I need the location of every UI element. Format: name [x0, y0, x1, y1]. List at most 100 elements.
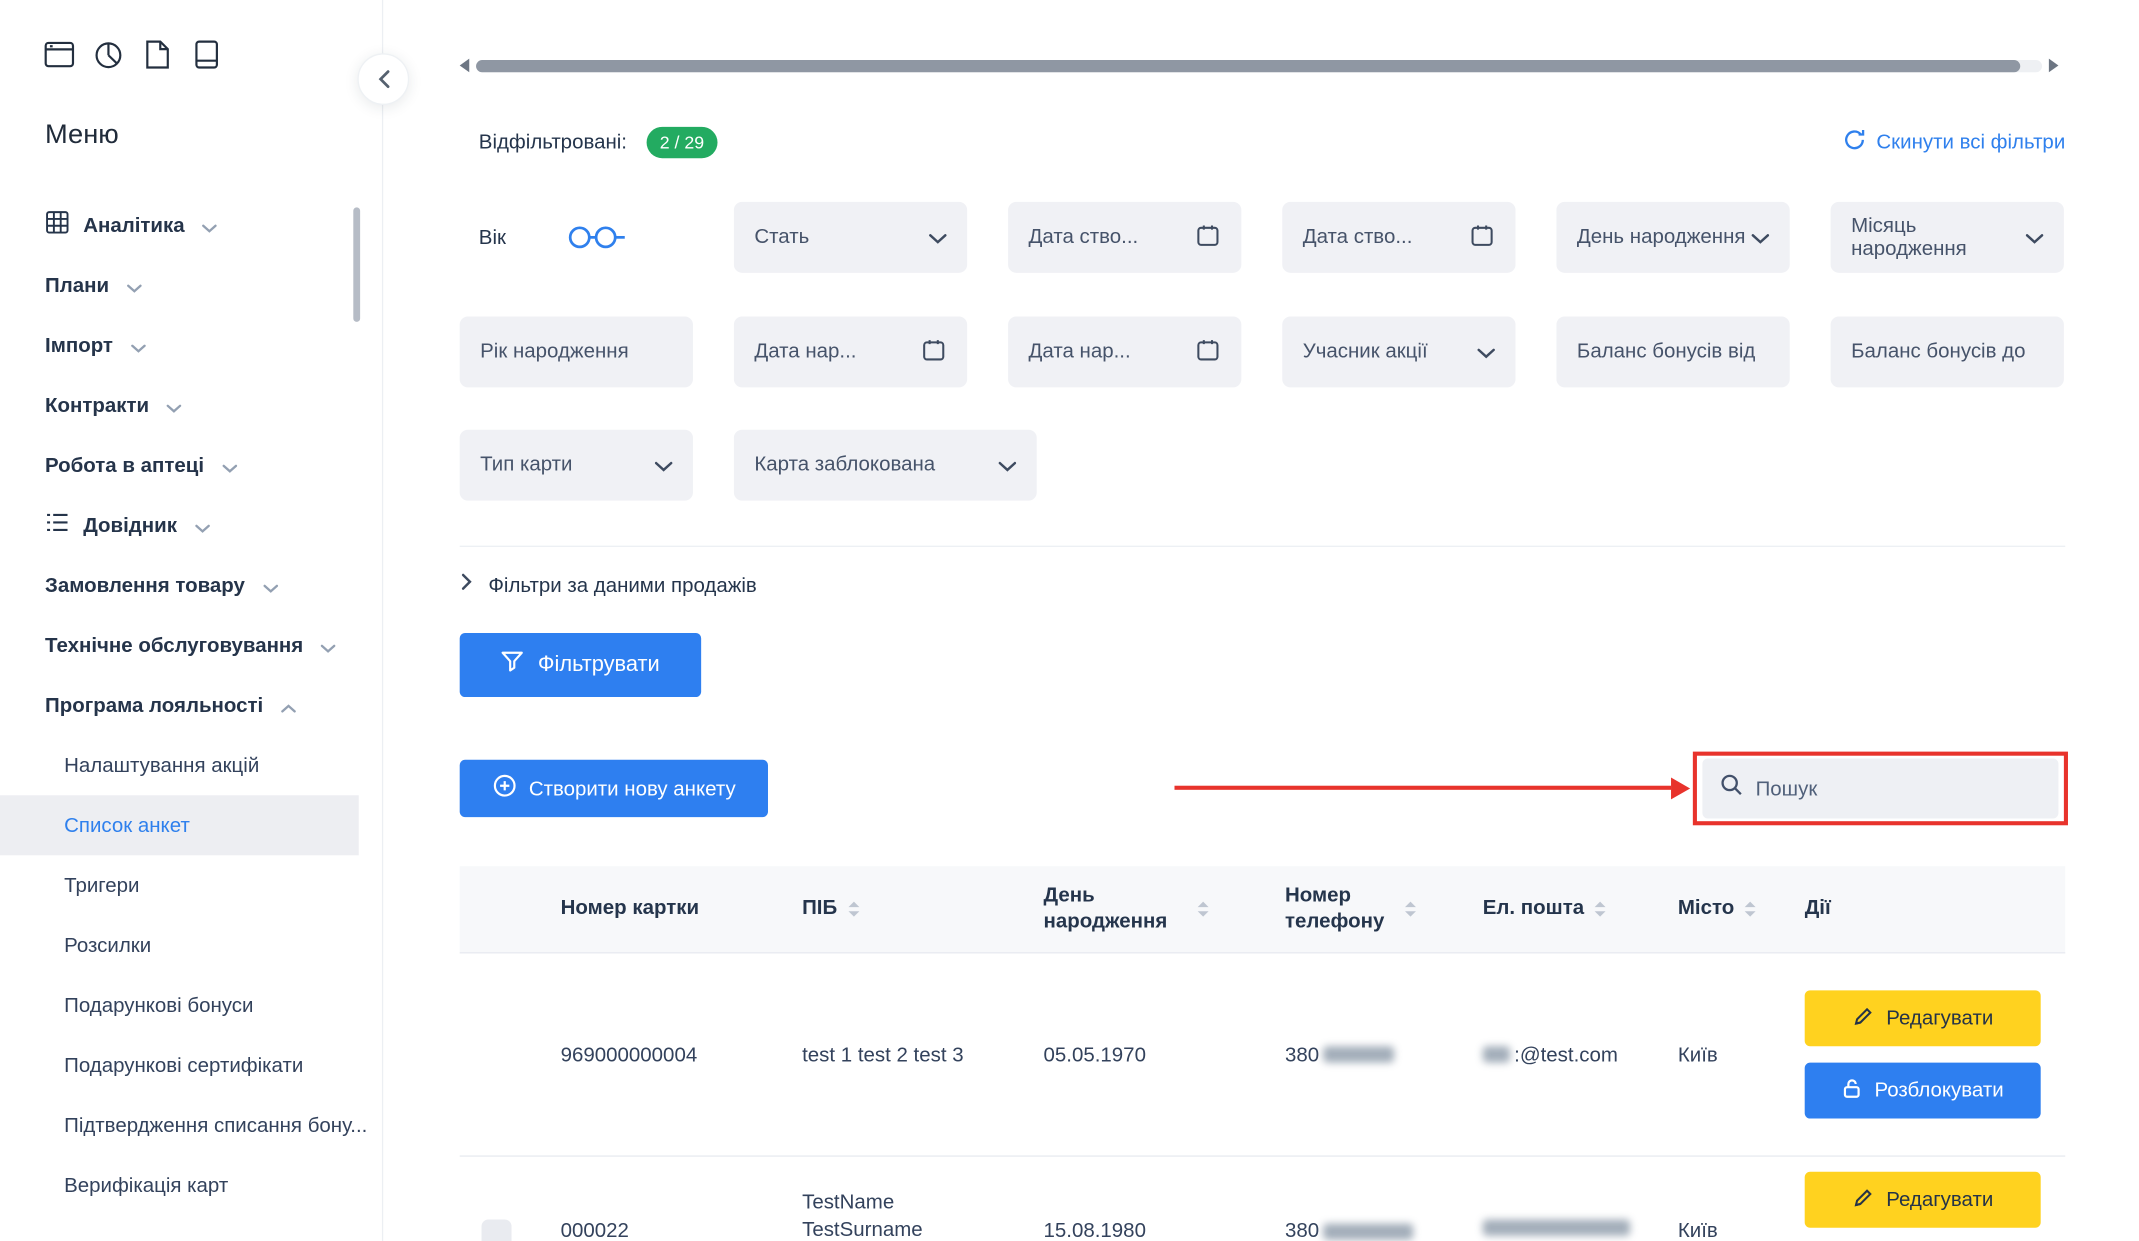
pie-chart-icon[interactable]	[91, 38, 124, 71]
date-created-from-picker[interactable]: Дата ство...	[1008, 202, 1241, 273]
sidebar-subitem-gift-bonuses[interactable]: Подарункові бонуси	[0, 975, 383, 1035]
redacted-phone	[1323, 1046, 1394, 1062]
scroll-right-arrow-icon[interactable]	[2049, 59, 2059, 73]
birth-date-to-picker[interactable]: Дата нар...	[1008, 316, 1241, 387]
sort-icon[interactable]	[1595, 902, 1606, 917]
sidebar-item-analytics[interactable]: Аналітика	[0, 195, 383, 255]
scroll-left-arrow-icon[interactable]	[460, 59, 470, 73]
card-type-select[interactable]: Тип карти	[460, 430, 693, 501]
row-checkbox[interactable]	[482, 1220, 512, 1241]
sidebar-item-directory[interactable]: Довідник	[0, 495, 383, 555]
birth-date-from-picker[interactable]: Дата нар...	[734, 316, 967, 387]
header-city: Місто	[1678, 896, 1734, 922]
filtered-label: Відфільтровані:	[479, 130, 627, 153]
subitem-label: Розсилки	[64, 934, 151, 957]
bonus-balance-from-input[interactable]: Баланс бонусів від	[1556, 316, 1789, 387]
chevron-down-icon	[127, 275, 142, 298]
bonus-balance-to-input[interactable]: Баланс бонусів до	[1831, 316, 2064, 387]
annotation-highlight-box	[1693, 752, 2068, 826]
unblock-label: Розблокувати	[1874, 1079, 2003, 1102]
subitem-label: Підтвердження списання бону...	[64, 1114, 367, 1137]
sidebar-subitem-questionnaire-list[interactable]: Список анкет	[0, 795, 359, 855]
redacted-email	[1483, 1046, 1510, 1062]
sidebar-subitem-triggers[interactable]: Тригери	[0, 855, 383, 915]
birth-date-from-label: Дата нар...	[754, 340, 856, 364]
chevron-down-icon	[655, 454, 673, 477]
gender-select[interactable]: Стать	[734, 202, 967, 273]
edit-button[interactable]: Редагувати	[1805, 990, 2041, 1046]
sales-filters-toggle[interactable]: Фільтри за даними продажів	[461, 567, 757, 602]
sidebar-nav: Аналітика Плани Імпорт Контракти Робота …	[0, 195, 383, 1215]
book-icon[interactable]	[190, 38, 223, 71]
slider-handle-max[interactable]	[595, 226, 617, 248]
chevron-down-icon	[2026, 226, 2044, 249]
sort-icon[interactable]	[1198, 902, 1209, 917]
list-icon	[45, 512, 70, 539]
sidebar-item-import[interactable]: Імпорт	[0, 315, 383, 375]
sidebar-subitem-gift-certificates[interactable]: Подарункові сертифікати	[0, 1035, 383, 1095]
sidebar-collapse-button[interactable]	[357, 53, 409, 105]
create-questionnaire-label: Створити нову анкету	[529, 777, 736, 800]
sidebar-item-loyalty-program[interactable]: Програма лояльності	[0, 675, 383, 735]
card-blocked-label: Карта заблокована	[754, 453, 935, 477]
reset-all-filters-link[interactable]: Скинути всі фільтри	[1842, 128, 2065, 157]
sidebar-item-label: Аналітика	[83, 213, 184, 236]
table-header-row: Номер картки ПІБ День народження Номер т…	[460, 866, 2066, 953]
filter-row-1: Вік Стать Дата ство... Дата ство.	[460, 202, 2066, 273]
sort-icon[interactable]	[848, 902, 859, 917]
birthday-day-label: День народження	[1577, 226, 1746, 250]
sidebar-subitem-card-verification[interactable]: Верифікація карт	[0, 1155, 383, 1215]
sidebar-item-label: Програма лояльності	[45, 694, 263, 717]
sort-icon[interactable]	[1405, 902, 1416, 917]
edit-label: Редагувати	[1886, 1188, 1993, 1211]
chevron-down-icon	[195, 515, 210, 538]
scrollbar-track[interactable]	[476, 59, 2042, 71]
sidebar-item-goods-order[interactable]: Замовлення товару	[0, 555, 383, 615]
funnel-icon	[501, 651, 524, 680]
subitem-label: Список анкет	[64, 814, 190, 837]
redacted-phone	[1323, 1223, 1413, 1239]
card-type-label: Тип карти	[480, 453, 572, 477]
slider-handle-min[interactable]	[569, 226, 591, 248]
sidebar-item-pharmacy-work[interactable]: Робота в аптеці	[0, 435, 383, 495]
search-icon	[1720, 773, 1743, 803]
date-created-to-label: Дата ство...	[1303, 226, 1413, 250]
refresh-icon	[1842, 128, 1865, 157]
create-questionnaire-button[interactable]: Створити нову анкету	[460, 760, 768, 817]
table-row: 969000000004 test 1 test 2 test 3 05.05.…	[460, 954, 2066, 1157]
chevron-down-icon	[222, 455, 237, 478]
edit-button[interactable]: Редагувати	[1805, 1172, 2041, 1228]
promo-participant-label: Учасник акції	[1303, 340, 1428, 364]
sort-icon[interactable]	[1745, 902, 1756, 917]
sidebar-item-maintenance[interactable]: Технічне обслуговування	[0, 615, 383, 675]
sidebar-item-contracts[interactable]: Контракти	[0, 375, 383, 435]
date-created-to-picker[interactable]: Дата ство...	[1282, 202, 1515, 273]
age-filter: Вік	[460, 202, 693, 273]
sidebar-scrollbar[interactable]	[353, 207, 360, 322]
cell-email: :@test.com	[1483, 1043, 1678, 1066]
annotation-arrow	[1174, 778, 1690, 800]
header-actions: Дії	[1805, 896, 1831, 922]
birthday-month-select[interactable]: Місяць народження	[1831, 202, 2064, 273]
promo-participant-select[interactable]: Учасник акції	[1282, 316, 1515, 387]
sidebar-subitem-bonus-writeoff-confirmation[interactable]: Підтвердження списання бону...	[0, 1095, 383, 1155]
age-range-slider[interactable]	[569, 225, 629, 250]
unblock-button[interactable]: Розблокувати	[1805, 1063, 2041, 1119]
calendar-icon	[1195, 222, 1221, 253]
search-input[interactable]	[1756, 777, 2041, 800]
search-box[interactable]	[1702, 758, 2058, 818]
window-icon[interactable]	[42, 38, 75, 71]
birth-date-to-label: Дата нар...	[1029, 340, 1131, 364]
chevron-down-icon	[321, 635, 336, 658]
birth-year-input[interactable]: Рік народження	[460, 316, 693, 387]
card-blocked-select[interactable]: Карта заблокована	[734, 430, 1037, 501]
sidebar-subitem-promo-settings[interactable]: Налаштування акцій	[0, 735, 383, 795]
sidebar-item-plans[interactable]: Плани	[0, 255, 383, 315]
scrollbar-thumb[interactable]	[476, 59, 2020, 71]
birthday-day-select[interactable]: День народження	[1556, 202, 1789, 273]
sidebar-subitem-mailings[interactable]: Розсилки	[0, 915, 383, 975]
chevron-right-icon	[461, 573, 472, 598]
apply-filter-button[interactable]: Фільтрувати	[460, 633, 701, 697]
calendar-icon	[921, 336, 947, 367]
document-icon[interactable]	[141, 38, 174, 71]
